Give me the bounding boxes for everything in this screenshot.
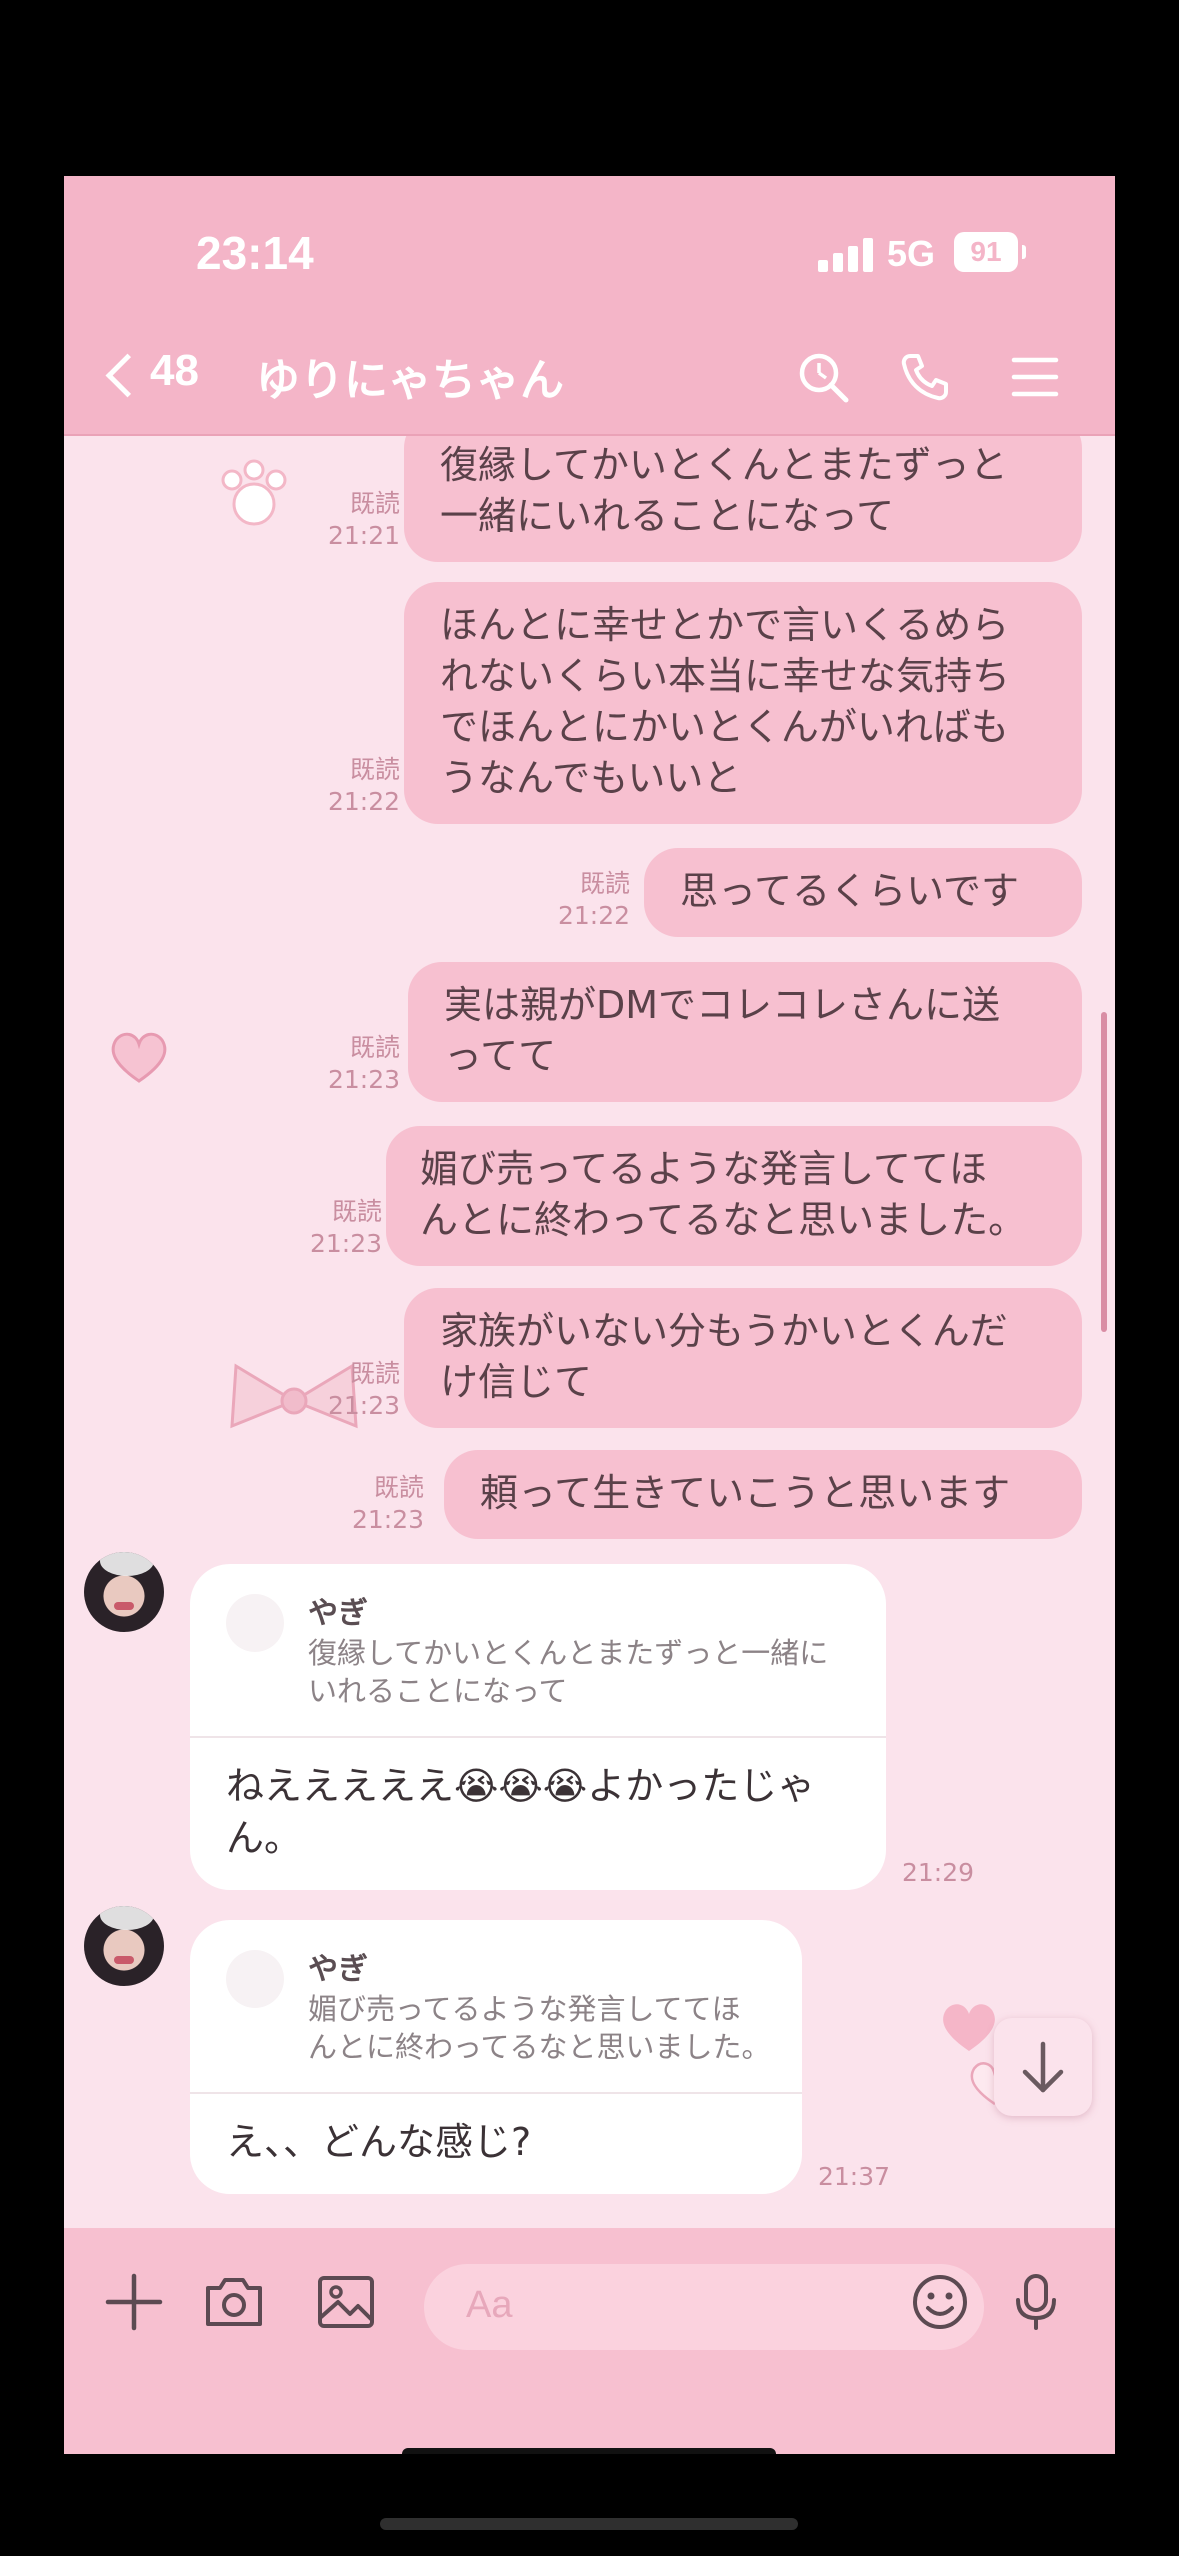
reply-text: 媚び売ってるような発言しててほ んとに終わってるなと思いました。: [308, 1992, 771, 2064]
message-meta: 既読 21:23: [328, 1472, 424, 1536]
message-time: 21:23: [327, 1065, 400, 1094]
message-meta: 既読 21:23: [286, 1196, 382, 1260]
reply-quote[interactable]: やぎ 媚び売ってるような発言しててほ んとに終わってるなと思いました。: [190, 1920, 802, 2094]
message-input-placeholder: Aa: [466, 2284, 513, 2326]
phone-icon[interactable]: [898, 350, 952, 404]
reply-text: 復縁してかいとくんとまたずっと一緒に いれることになって: [308, 1636, 829, 1708]
input-bar: Aa: [64, 2228, 1115, 2454]
chat-screen: 23:14 5G 91 48 ゆりにゃちゃん 既読 21:21 復縁してかいとく…: [64, 176, 1115, 2454]
message-input[interactable]: Aa: [424, 2264, 984, 2350]
message-text: ねえええええ😭😭😭よかったじゃ ん。: [226, 1764, 816, 1860]
message-meta: 既読 21:21: [304, 488, 400, 552]
message-time: 21:29: [902, 1858, 975, 1887]
message-time: 21:22: [327, 787, 400, 816]
scrollbar[interactable]: [1101, 1012, 1107, 1332]
message-meta: 既読 21:22: [534, 868, 630, 932]
message-time: 21:23: [351, 1505, 424, 1534]
home-indicator: [402, 2448, 776, 2454]
chat-header: 48 ゆりにゃちゃん: [64, 316, 1115, 436]
status-bar: 23:14 5G 91: [64, 176, 1115, 316]
message-meta: 既読 21:22: [304, 754, 400, 818]
reply-sender: やぎ: [308, 1952, 368, 1987]
message-list[interactable]: 既読 21:21 復縁してかいとくんとまたずっと 一緒にいれることになって 既読…: [64, 436, 1115, 2226]
message-bubble-out[interactable]: 頼って生きていこうと思います: [444, 1450, 1082, 1539]
message-time: 21:37: [818, 2162, 891, 2191]
read-receipt: 既読: [373, 1473, 424, 1502]
home-indicator: [380, 2518, 798, 2530]
message-time: 21:23: [309, 1229, 382, 1258]
read-receipt: 既読: [349, 1359, 400, 1388]
arrow-down-icon: [1022, 2041, 1064, 2093]
chat-title: ゆりにゃちゃん: [256, 355, 564, 406]
reply-sender: やぎ: [308, 1596, 368, 1631]
battery-icon: 91: [954, 232, 1026, 272]
avatar[interactable]: [84, 1552, 164, 1632]
message-bubble-out[interactable]: 家族がいない分もうかいとくんだ け信じて: [404, 1288, 1082, 1428]
message-bubble-out[interactable]: 復縁してかいとくんとまたずっと 一緒にいれることになって: [404, 436, 1082, 562]
message-bubble-out[interactable]: 媚び売ってるような発言しててほ んとに終わってるなと思いました。: [386, 1126, 1082, 1266]
message-time: 21:23: [327, 1391, 400, 1420]
network-label: 5G: [887, 233, 936, 274]
read-receipt: 既読: [579, 869, 630, 898]
reply-quote[interactable]: やぎ 復縁してかいとくんとまたずっと一緒に いれることになって: [190, 1564, 886, 1738]
image-icon[interactable]: [314, 2270, 378, 2334]
heart-icon: [111, 1032, 167, 1083]
scroll-to-bottom-button[interactable]: [994, 2018, 1092, 2116]
message-bubble-in[interactable]: やぎ 復縁してかいとくんとまたずっと一緒に いれることになって ねえええええ😭😭…: [190, 1564, 886, 1890]
message-bubble-out[interactable]: ほんとに幸せとかで言いくるめら れないくらい本当に幸せな気持ち でほんとにかいと…: [404, 582, 1082, 824]
avatar[interactable]: [84, 1906, 164, 1986]
message-bubble-out[interactable]: 実は親がDMでコレコレさんに送 ってて: [408, 962, 1082, 1102]
read-receipt: 既読: [331, 1197, 382, 1226]
unread-count[interactable]: 48: [150, 346, 199, 396]
reply-avatar: [226, 1950, 284, 2008]
message-time: 21:21: [327, 521, 400, 550]
menu-icon[interactable]: [1008, 350, 1062, 404]
message-bubble-out[interactable]: 思ってるくらいです: [644, 848, 1082, 937]
message-meta: 既読 21:23: [304, 1358, 400, 1422]
paw-icon: [221, 459, 287, 526]
message-text: え、、どんな感じ?: [226, 2120, 532, 2164]
signal-icon: [818, 238, 876, 272]
back-button[interactable]: [98, 346, 158, 406]
read-receipt: 既読: [349, 1033, 400, 1062]
reply-avatar: [226, 1594, 284, 1652]
status-time: 23:14: [196, 227, 314, 279]
microphone-icon[interactable]: [1004, 2270, 1068, 2334]
read-receipt: 既読: [349, 755, 400, 784]
message-meta: 既読 21:23: [304, 1032, 400, 1096]
read-receipt: 既読: [349, 489, 400, 518]
plus-icon[interactable]: [102, 2270, 166, 2334]
message-time: 21:22: [557, 901, 630, 930]
search-icon[interactable]: [796, 350, 850, 404]
camera-icon[interactable]: [202, 2270, 266, 2334]
emoji-icon[interactable]: [908, 2270, 972, 2334]
message-bubble-in[interactable]: やぎ 媚び売ってるような発言しててほ んとに終わってるなと思いました。 え、、ど…: [190, 1920, 802, 2194]
